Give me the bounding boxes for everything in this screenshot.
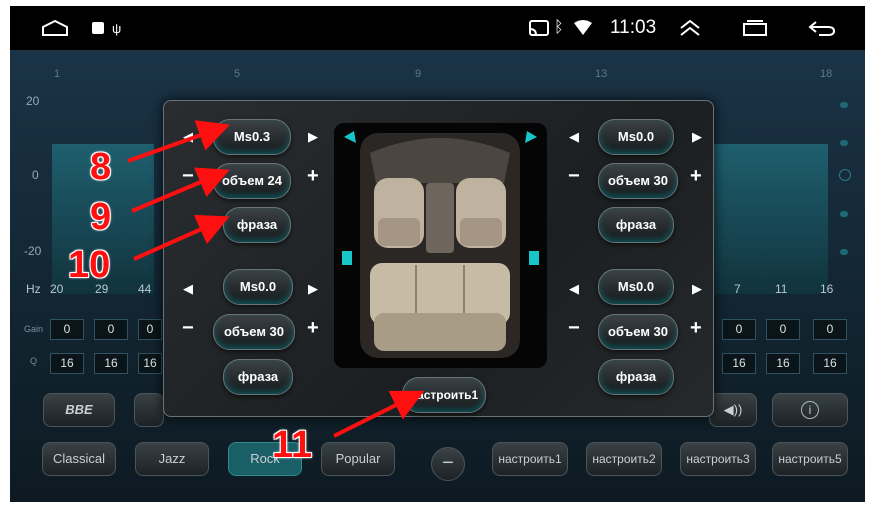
callout-arrow-8 bbox=[127, 120, 231, 163]
callout-arrow-11 bbox=[333, 390, 425, 438]
callout-number-9: 9 bbox=[90, 196, 112, 238]
callout-number-10: 10 bbox=[68, 244, 111, 286]
annotation-arrows bbox=[127, 120, 425, 438]
callout-arrow-10 bbox=[133, 214, 230, 261]
device-screen: ψ ᛒ 11:03 1 5 9 13 18 20 0 -20 Hz 20 29 … bbox=[10, 6, 865, 502]
callout-arrow-9 bbox=[131, 167, 230, 213]
callout-number-11: 11 bbox=[272, 424, 313, 466]
callout-number-8: 8 bbox=[90, 146, 112, 188]
